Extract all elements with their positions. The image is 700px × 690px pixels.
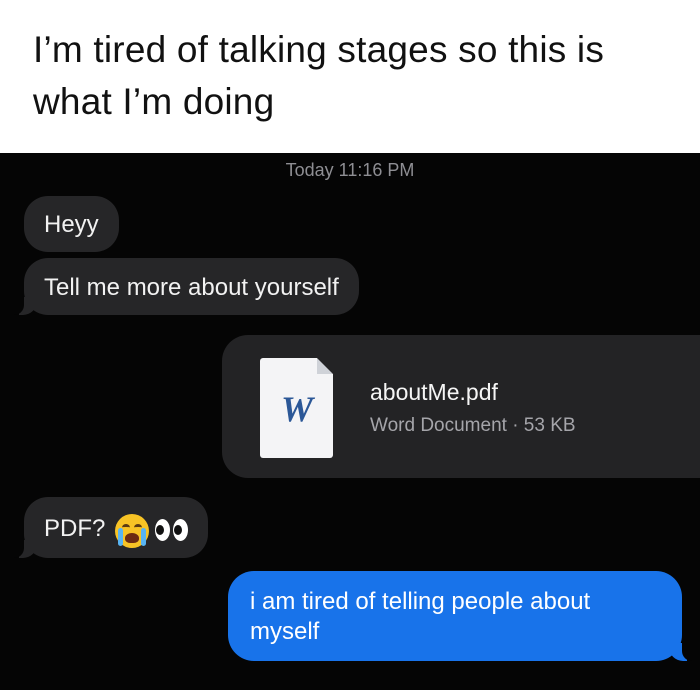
message-text: Heyy xyxy=(44,211,99,238)
attachment-file-meta: Word Document · 53 KB xyxy=(370,415,576,436)
message-text: PDF? xyxy=(44,515,106,542)
message-text: i am tired of telling people about mysel… xyxy=(250,588,591,645)
doc-letter: W xyxy=(280,389,313,429)
message-timestamp: Today 11:16 PM xyxy=(285,160,415,180)
post-caption: I’m tired of talking stages so this is w… xyxy=(0,0,700,153)
incoming-message[interactable]: PDF? xyxy=(9,497,209,558)
attachment-file-name: aboutMe.pdf xyxy=(370,379,498,405)
file-attachment[interactable]: W aboutMe.pdf Word Document · 53 KB xyxy=(222,335,700,478)
outgoing-message[interactable]: i am tired of telling people about mysel… xyxy=(228,571,696,661)
doc-fold xyxy=(317,358,333,374)
loudly-crying-face-emoji xyxy=(115,514,150,548)
message-text: Tell me more about yourself xyxy=(44,274,339,301)
caption-text: I’m tired of talking stages so this is w… xyxy=(33,29,605,122)
message-thread[interactable]: Today 11:16 PM Heyy Tell me more about y… xyxy=(0,153,700,690)
eyes-emoji xyxy=(155,519,189,541)
incoming-message[interactable]: Heyy xyxy=(24,196,119,252)
word-document-icon: W xyxy=(260,358,333,458)
incoming-message[interactable]: Tell me more about yourself xyxy=(10,258,359,315)
